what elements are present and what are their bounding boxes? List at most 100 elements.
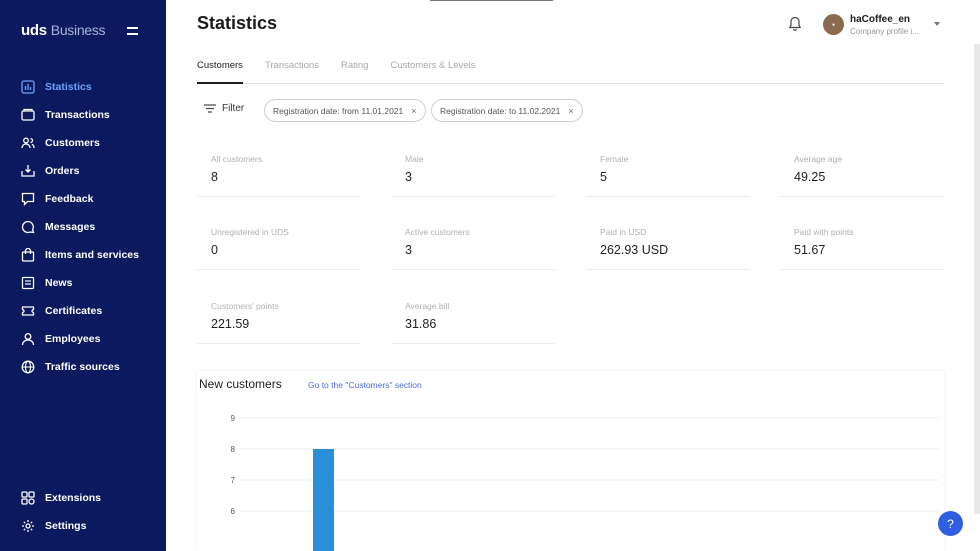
stat-label: Paid in USD [600,227,647,237]
stat-card: Average age 49.25 [780,145,944,197]
person-icon [21,332,35,346]
sidebar-item-employees[interactable]: Employees [0,325,166,353]
chevron-down-icon[interactable] [934,22,940,26]
sidebar-item-certificates[interactable]: Certificates [0,297,166,325]
stat-card: All customers 8 [197,145,361,197]
stat-card: Unregistered in UDS 0 [197,218,361,270]
tab-customers[interactable]: Customers [197,58,243,84]
stat-label: Unregistered in UDS [211,227,289,237]
sidebar-item-statistics[interactable]: Statistics [0,73,166,101]
close-icon[interactable]: × [568,106,573,116]
bell-icon[interactable] [788,16,802,32]
main-content: Statistics ● haCoffee_en Company profile… [166,0,980,551]
tab-rating[interactable]: Rating [341,58,368,84]
filter-label: Filter [222,103,245,114]
stat-label: Male [405,154,424,164]
y-tick-label: 8 [231,445,236,454]
tab-transactions[interactable]: Transactions [265,58,319,84]
sidebar-item-customers[interactable]: Customers [0,129,166,157]
stat-label: Customers' points [211,301,279,311]
help-button[interactable]: ? [938,511,963,536]
sidebar-item-label: News [45,277,73,289]
orders-icon [21,164,35,178]
filter-icon [204,104,216,113]
stat-value: 49.25 [794,170,826,184]
new-customers-card: New customers Go to the "Customers" sect… [197,371,944,551]
page-title: Statistics [197,13,278,33]
filter-chip-to[interactable]: Registration date: to 11.02.2021 × [431,99,583,122]
brand-logo[interactable]: uds Business [21,22,106,39]
stat-value: 3 [405,170,412,184]
brand-sub: Business [50,22,106,38]
filter-chip-from[interactable]: Registration date: from 11.01.2021 × [264,99,426,122]
chart-bar[interactable] [313,449,334,551]
sidebar-item-label: Traffic sources [45,361,120,373]
sidebar-item-label: Items and services [45,249,139,261]
sidebar: uds Business Statistics Transactions Custom… [0,0,166,551]
stat-label: Female [600,154,629,164]
filter-button[interactable]: Filter [204,103,244,114]
sidebar-item-settings[interactable]: Settings [0,512,166,540]
sidebar-item-label: Messages [45,221,96,233]
stat-card: Average bill 31.86 [391,292,555,344]
stat-card: Female 5 [586,145,750,197]
chat-icon [21,220,35,234]
sidebar-item-label: Orders [45,165,80,177]
stat-value: 5 [600,170,607,184]
users-icon [21,136,35,150]
sidebar-item-extensions[interactable]: Extensions [0,484,166,512]
tab-customers-levels[interactable]: Customers & Levels [390,58,475,84]
scrollbar[interactable] [974,44,980,514]
stat-value: 8 [211,170,218,184]
news-icon [21,276,35,290]
tabs: Customers Transactions Rating Customers & L… [197,58,944,84]
stat-label: All customers [211,154,263,164]
sidebar-item-items-and-services[interactable]: Items and services [0,241,166,269]
sidebar-item-label: Settings [45,520,87,532]
menu-toggle-icon[interactable] [127,27,138,35]
sidebar-item-label: Transactions [45,109,110,121]
stat-value: 31.86 [405,317,437,331]
y-tick-label: 9 [231,414,236,423]
new-customers-chart: 6 7 8 9 [231,414,939,551]
brand-name: uds [21,22,47,39]
chip-label: Registration date: from 11.01.2021 [273,105,404,116]
stat-card: Customers' points 221.59 [197,292,361,344]
y-tick-label: 6 [231,507,236,516]
stat-value: 0 [211,243,218,257]
ticket-icon [21,304,35,318]
feedback-icon [21,192,35,206]
stat-card: Male 3 [391,145,555,197]
sidebar-item-label: Employees [45,333,101,345]
puzzle-icon [21,491,35,505]
globe-icon [21,360,35,374]
avatar[interactable]: ● [823,14,844,35]
gear-icon [21,519,35,533]
stat-card: Active customers 3 [391,218,555,270]
sidebar-item-feedback[interactable]: Feedback [0,185,166,213]
sidebar-item-label: Statistics [45,81,92,93]
y-tick-label: 7 [231,476,236,485]
close-icon[interactable]: × [411,106,416,116]
stat-value: 3 [405,243,412,257]
chart-icon [21,80,35,94]
sidebar-item-label: Certificates [45,305,103,317]
sidebar-item-orders[interactable]: Orders [0,157,166,185]
sidebar-item-transactions[interactable]: Transactions [0,101,166,129]
stat-label: Paid with points [794,227,854,237]
sidebar-item-messages[interactable]: Messages [0,213,166,241]
profile-subtitle: Company profile i... [850,27,919,36]
top-indicator [430,0,553,1]
stat-label: Average age [794,154,843,164]
sidebar-item-label: Feedback [45,193,94,205]
stat-label: Active customers [405,227,470,237]
sidebar-item-traffic-sources[interactable]: Traffic sources [0,353,166,381]
sidebar-item-label: Extensions [45,492,102,504]
stat-label: Average bill [405,301,450,311]
profile-name[interactable]: haCoffee_en [850,14,910,25]
stat-card: Paid in USD 262.93 USD [586,218,750,270]
sidebar-item-news[interactable]: News [0,269,166,297]
sidebar-nav: Statistics Transactions Customers Orders Fee… [0,73,166,381]
bag-icon [21,248,35,262]
sidebar-nav-bottom: Extensions Settings [0,484,166,540]
